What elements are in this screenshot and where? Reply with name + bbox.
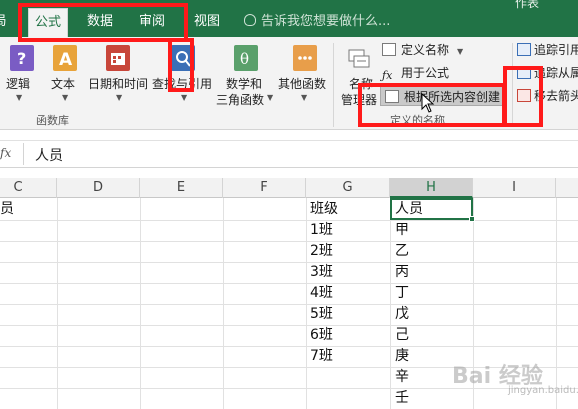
more-functions-icon (293, 45, 317, 71)
lightbulb-icon (244, 14, 256, 26)
cell-g5[interactable]: 4班 (310, 283, 333, 304)
grid-gap (0, 168, 578, 178)
gridline (0, 304, 578, 305)
trace-precedents-icon (517, 43, 531, 56)
cell-h2[interactable]: 甲 (395, 220, 409, 241)
gridline (0, 346, 578, 347)
date-time-button[interactable]: 日期和时间 (88, 75, 148, 92)
column-header-c[interactable]: C (0, 178, 57, 198)
use-in-formula-button[interactable]: ƒx 用于公式 (382, 63, 449, 83)
cell-g8[interactable]: 7班 (310, 346, 333, 367)
annotation-box-lookup (168, 38, 194, 92)
chevron-down-icon: ▼ (301, 93, 308, 102)
math-trig-button[interactable]: 数学和 (226, 75, 262, 92)
fill-handle[interactable] (469, 216, 475, 222)
ribbon-gap (0, 130, 578, 140)
cell-g7[interactable]: 6班 (310, 325, 333, 346)
cell-h9[interactable]: 辛 (395, 367, 409, 388)
text-function-button[interactable]: 文本 (51, 75, 75, 92)
annotation-box-tabs (18, 3, 188, 42)
gridline (0, 325, 578, 326)
tab-home[interactable]: 局 (0, 8, 10, 37)
cell-h6[interactable]: 戊 (395, 304, 409, 325)
calendar-icon (106, 45, 130, 71)
watermark-url: jingyan.baidu.com (508, 385, 578, 396)
chevron-down-icon: ▼ (181, 93, 188, 102)
cell-h8[interactable]: 庚 (395, 346, 409, 367)
function-library-group-label: 函数库 (36, 114, 69, 127)
gridline (0, 283, 578, 284)
name-manager-icon (347, 46, 371, 72)
svg-text:θ: θ (240, 50, 249, 68)
cell-h3[interactable]: 乙 (395, 241, 409, 262)
cell-h4[interactable]: 丙 (395, 262, 409, 283)
tab-view[interactable]: 视图 (188, 8, 226, 37)
more-functions-button[interactable]: 其他函数 (278, 75, 326, 92)
cell-c1[interactable]: 员 (0, 199, 14, 220)
gridline (0, 220, 578, 221)
fx-icon: ƒx (382, 69, 393, 82)
cell-g2[interactable]: 1班 (310, 220, 333, 241)
text-function-icon: A (53, 45, 77, 71)
logical-icon: ? (10, 45, 34, 71)
math-trig-button-line2[interactable]: 三角函数 (216, 91, 264, 108)
define-name-label: 定义名称 (401, 43, 450, 57)
column-header-h[interactable]: H (390, 178, 473, 198)
formula-bar (0, 140, 578, 168)
use-in-formula-label: 用于公式 (401, 66, 450, 80)
define-name-button[interactable]: 定义名称 ▼ (382, 40, 463, 60)
tell-me-text: 告诉我您想要做什么... (261, 14, 391, 29)
column-header-g[interactable]: G (306, 178, 390, 198)
cell-h5[interactable]: 丁 (395, 283, 409, 304)
cell-g3[interactable]: 2班 (310, 241, 333, 262)
trace-precedents-button[interactable]: 追踪引用 (517, 40, 578, 60)
tell-me-search[interactable]: 告诉我您想要做什么... (244, 8, 390, 37)
trace-precedents-label: 追踪引用 (534, 43, 578, 57)
svg-text:?: ? (17, 49, 26, 68)
cell-g6[interactable]: 5班 (310, 304, 333, 325)
cell-g4[interactable]: 3班 (310, 262, 333, 283)
group-separator (333, 43, 334, 127)
define-name-icon (382, 43, 396, 56)
active-cell-border (390, 198, 473, 220)
chevron-down-icon: ▼ (62, 93, 69, 102)
gridline (0, 262, 578, 263)
math-trig-icon: θ (234, 45, 258, 71)
column-header-f[interactable]: F (223, 178, 306, 198)
column-header-d[interactable]: D (57, 178, 140, 198)
cell-h7[interactable]: 己 (395, 325, 409, 346)
formula-bar-divider (23, 143, 24, 165)
formula-input[interactable]: 人员 (35, 145, 63, 165)
svg-text:A: A (59, 50, 73, 70)
cell-g1[interactable]: 班级 (310, 199, 338, 220)
column-header-e[interactable]: E (140, 178, 223, 198)
insert-function-fx[interactable]: fx (0, 146, 11, 160)
gridline (0, 241, 578, 242)
annotation-box-auditing (503, 66, 543, 127)
chevron-down-icon: ▼ (116, 93, 123, 102)
chevron-down-icon: ▼ (16, 93, 23, 102)
annotation-box-create-selection (358, 83, 506, 127)
window-title-fragment: 作表 (515, 0, 540, 10)
logical-button[interactable]: 逻辑 (6, 75, 30, 92)
cell-h10[interactable]: 壬 (395, 388, 409, 409)
chevron-down-icon: ▼ (457, 47, 464, 56)
column-header-i[interactable]: I (473, 178, 556, 198)
chevron-down-icon: ▼ (267, 93, 274, 102)
